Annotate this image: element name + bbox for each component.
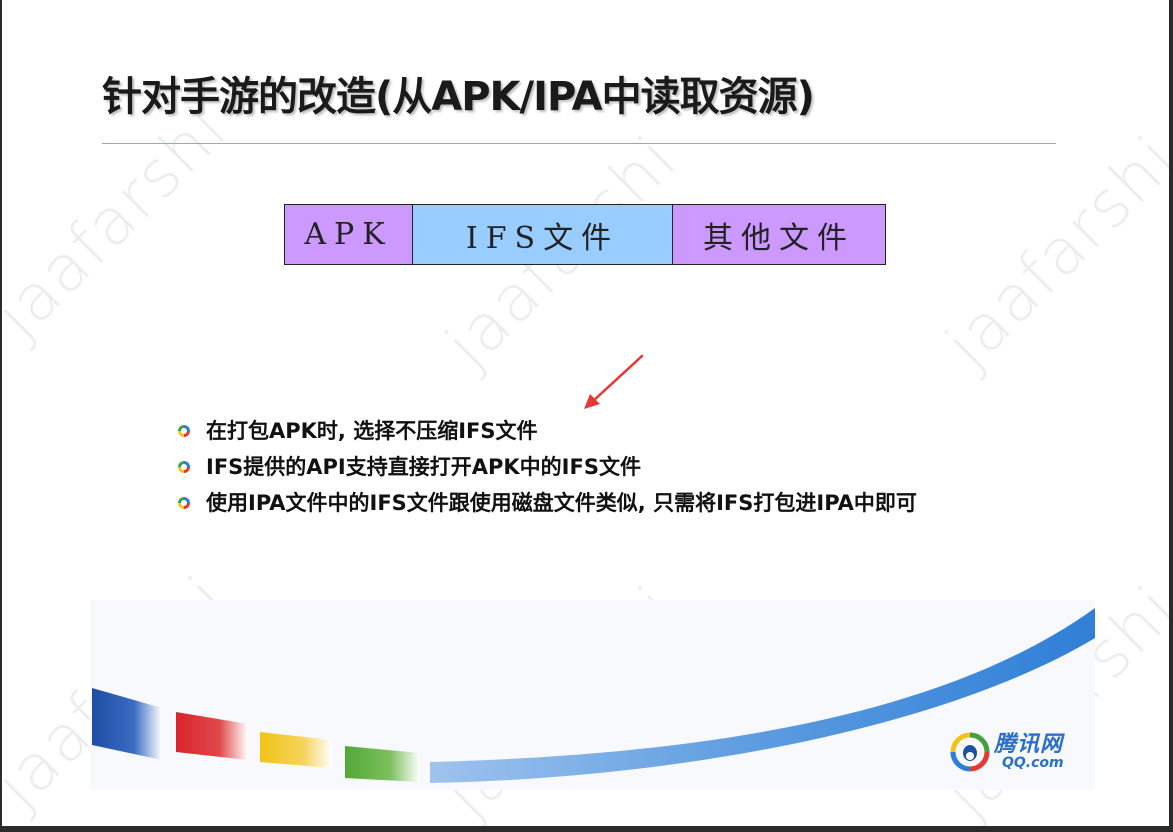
bullet-icon bbox=[178, 497, 190, 509]
bullet-text: 在打包APK时, 选择不压缩IFS文件 bbox=[206, 419, 538, 443]
logo-text-cn: 腾讯网 bbox=[994, 732, 1064, 757]
bullet-text: IFS提供的API支持直接打开APK中的IFS文件 bbox=[206, 455, 641, 479]
logo-text-en: QQ.com bbox=[1002, 755, 1064, 771]
bullet-list: 在打包APK时, 选择不压缩IFS文件 IFS提供的API支持直接打开APK中的… bbox=[178, 418, 978, 526]
watermark: jaafarshi bbox=[932, 122, 1169, 383]
list-item: IFS提供的API支持直接打开APK中的IFS文件 bbox=[178, 454, 978, 481]
list-item: 使用IPA文件中的IFS文件跟使用磁盘文件类似, 只需将IFS打包进IPA中即可 bbox=[178, 490, 978, 517]
qq-logo: 腾讯网 QQ.com bbox=[950, 732, 1064, 772]
segment-ifs-file: IFS文件 bbox=[413, 205, 673, 264]
pointer-arrow-icon bbox=[584, 354, 644, 409]
bullet-text: 使用IPA文件中的IFS文件跟使用磁盘文件类似, 只需将IFS打包进IPA中即可 bbox=[206, 491, 917, 515]
slide-title: 针对手游的改造(从APK/IPA中读取资源) bbox=[102, 74, 815, 120]
bullet-icon bbox=[178, 461, 190, 473]
decorative-stripes bbox=[90, 600, 1095, 790]
file-layout-diagram: APK IFS文件 其他文件 bbox=[284, 204, 886, 265]
watermark: jaafarshi bbox=[2, 92, 243, 353]
segment-apk: APK bbox=[285, 205, 413, 264]
title-divider bbox=[102, 143, 1056, 144]
bullet-icon bbox=[178, 425, 190, 437]
viewer-bottom-bar bbox=[0, 826, 1173, 832]
qq-logo-icon bbox=[950, 732, 990, 772]
list-item: 在打包APK时, 选择不压缩IFS文件 bbox=[178, 418, 978, 445]
segment-other-files: 其他文件 bbox=[673, 205, 885, 264]
slide: jaafarshi jaafarshi jaafarshi jaafarshi … bbox=[2, 0, 1169, 826]
